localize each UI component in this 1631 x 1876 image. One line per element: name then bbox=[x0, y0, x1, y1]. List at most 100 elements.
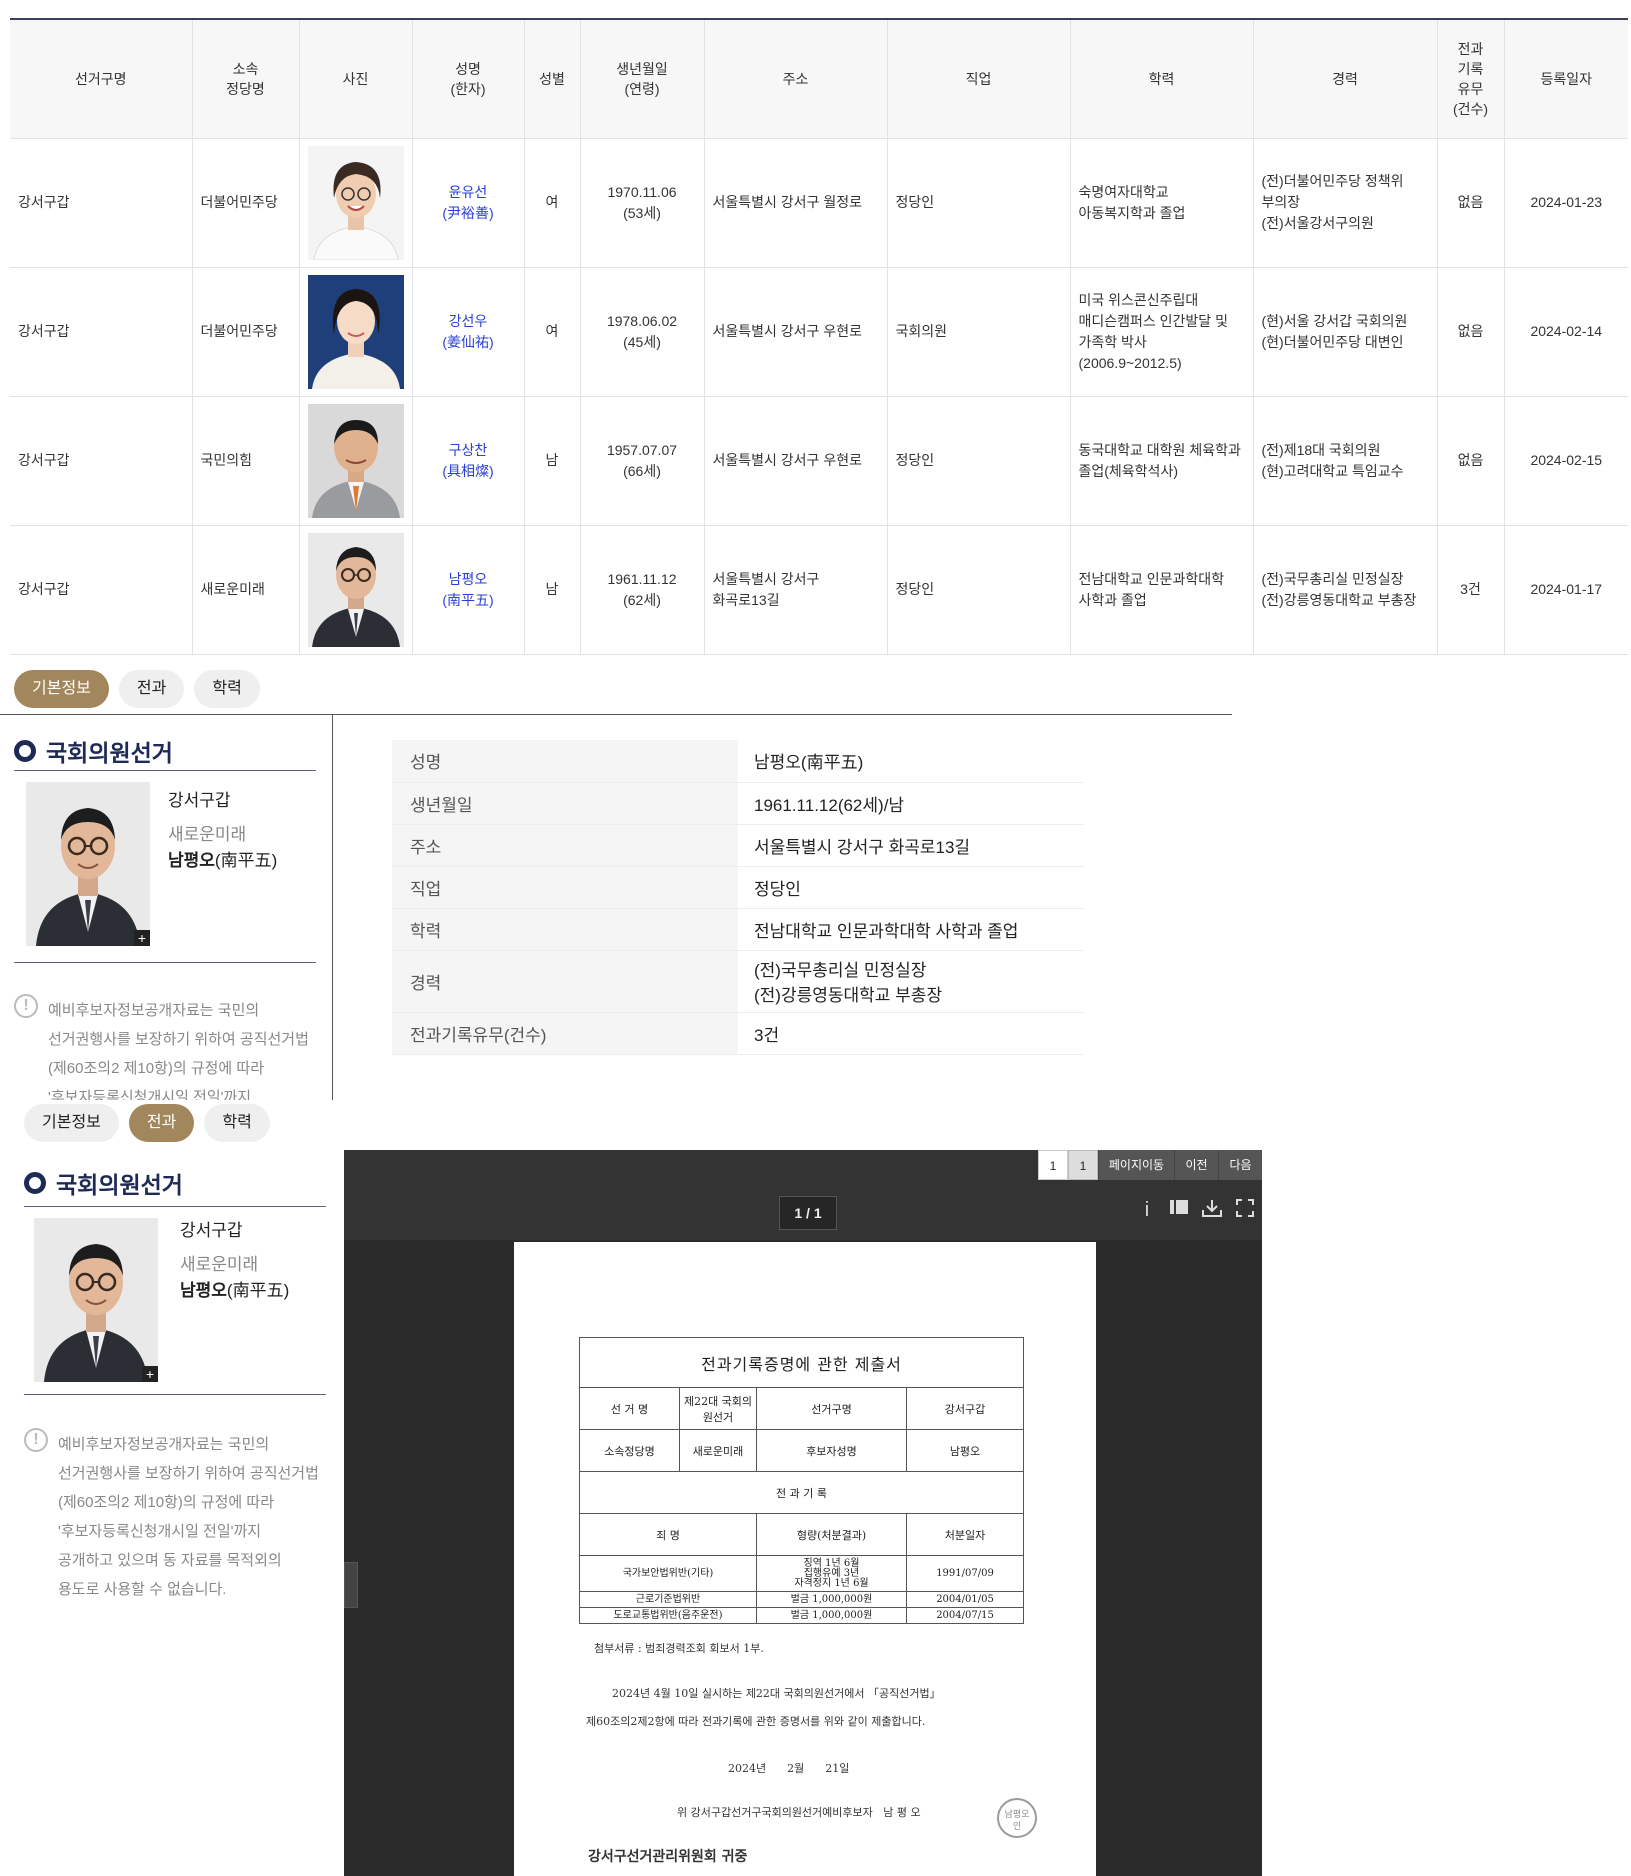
panel-icon[interactable] bbox=[1167, 1198, 1191, 1222]
detail-label: 학력 bbox=[392, 908, 738, 951]
criminal-record-form: 전과기록증명에 관한 제출서 선 거 명 제22대 국회의원선거 선거구명 강서… bbox=[578, 1337, 1025, 1624]
candidate-name[interactable]: 윤유선 bbox=[421, 182, 516, 203]
page-indicator[interactable]: 1 / 1 bbox=[779, 1196, 837, 1230]
detail-label: 주소 bbox=[392, 824, 738, 867]
sidebar-handle[interactable] bbox=[344, 1562, 358, 1608]
candidate-photo[interactable]: + bbox=[26, 782, 150, 946]
age: (53세) bbox=[623, 204, 661, 221]
candidate-name-link[interactable]: 윤유선 (尹裕善) bbox=[421, 182, 516, 224]
candidate-photo-thumb[interactable] bbox=[307, 403, 404, 518]
cell-party: 새로운미래 bbox=[192, 525, 300, 655]
divider bbox=[0, 714, 1232, 715]
cell-education: 전남대학교 인문과학대학 사학과 졸업 bbox=[1070, 525, 1254, 655]
side-panel-2: 국회의원선거 + 강서구갑 새로운미래 남평오(南平五) ! 예비후보자정보공개… bbox=[24, 1166, 334, 1626]
detail-row: 성명 남평오(南平五) bbox=[392, 740, 1084, 783]
record-date: 2004/07/15 bbox=[905, 1607, 1025, 1624]
info-icon[interactable]: i bbox=[1135, 1198, 1159, 1222]
go-page-button[interactable]: 페이지이동 bbox=[1098, 1150, 1174, 1180]
form-label: 선거구명 bbox=[756, 1387, 907, 1430]
header-career: 경력 bbox=[1253, 19, 1438, 139]
tab-criminal-record[interactable]: 전과 bbox=[128, 1104, 195, 1142]
notice-line: 예비후보자정보공개자료는 국민의 bbox=[48, 1002, 260, 1019]
cell-education: 동국대학교 대학원 체육학과 졸업(체육학석사) bbox=[1070, 396, 1254, 526]
table-row: 강서구갑 국민의힘 구상찬 (具相燦) 남 1957.07.07 (66세) 서울특별시 강서… bbox=[10, 396, 1628, 526]
notice-line: 공개하고 있으며 동 자료를 목적외의 bbox=[58, 1552, 282, 1569]
header-name: 성명 (한자) bbox=[412, 19, 525, 139]
cell-district: 강서구갑 bbox=[10, 525, 193, 655]
seal-stamp: 남평오 인 bbox=[997, 1798, 1037, 1838]
notice-line: 선거권행사를 보장하기 위하여 공직선거법 bbox=[48, 1031, 309, 1048]
tab-criminal-record[interactable]: 전과 bbox=[118, 670, 185, 708]
cell-registration-date: 2024-01-17 bbox=[1504, 525, 1628, 655]
candidate-hanja[interactable]: (南平五) bbox=[421, 590, 516, 611]
candidate-hanja[interactable]: (具相燦) bbox=[421, 461, 516, 482]
candidate-name[interactable]: 강선우 bbox=[421, 311, 516, 332]
cell-photo bbox=[299, 138, 413, 268]
cell-birth: 1957.07.07 (66세) bbox=[580, 396, 705, 526]
side-party: 새로운미래 bbox=[168, 825, 247, 844]
form-title: 전과기록증명에 관한 제출서 bbox=[578, 1337, 1025, 1388]
cell-job: 정당인 bbox=[887, 525, 1071, 655]
cell-career: (전)국무총리실 민정실장 (전)강릉영동대학교 부총장 bbox=[1253, 525, 1438, 655]
cell-district: 강서구갑 bbox=[10, 267, 193, 397]
candidate-hanja[interactable]: (尹裕善) bbox=[421, 203, 516, 224]
detail-label: 생년월일 bbox=[392, 782, 738, 825]
candidate-name[interactable]: 구상찬 bbox=[421, 440, 516, 461]
candidate-name-link[interactable]: 강선우 (姜仙祐) bbox=[421, 311, 516, 353]
notice-line: 용도로 사용할 수 없습니다. bbox=[58, 1581, 227, 1598]
tab-basic-info[interactable]: 기본정보 bbox=[14, 670, 109, 708]
recipient: 강서구선거관리위원회 귀중 bbox=[588, 1849, 748, 1865]
record-sentence: 벌금 1,000,000원 bbox=[756, 1607, 907, 1624]
candidate-photo-thumb[interactable] bbox=[307, 274, 404, 389]
cell-registration-date: 2024-01-23 bbox=[1504, 138, 1628, 268]
candidate-table: 선거구명 소속 정당명 사진 성명 (한자) 성별 생년월일 (연령) 주소 직… bbox=[10, 18, 1628, 655]
candidate-photo-thumb[interactable] bbox=[307, 145, 404, 260]
header-criminal-record: 전과 기록 유무 (건수) bbox=[1437, 19, 1505, 139]
candidate-name[interactable]: 남평오 bbox=[421, 569, 516, 590]
side-name-bold: 남평오 bbox=[180, 1281, 227, 1300]
pdf-viewer: 1 1 페이지이동 이전 다음 1 / 1 i 전과기록증명에 관한 제출서 선… bbox=[344, 1150, 1262, 1876]
cell-address: 서울특별시 강서구 화곡로13길 bbox=[704, 525, 888, 655]
cell-registration-date: 2024-02-15 bbox=[1504, 396, 1628, 526]
age: (66세) bbox=[623, 462, 661, 479]
header-job: 직업 bbox=[887, 19, 1071, 139]
panel-icon-svg bbox=[1170, 1200, 1188, 1214]
circle-icon bbox=[14, 740, 36, 762]
candidate-hanja[interactable]: (姜仙祐) bbox=[421, 332, 516, 353]
circle-icon bbox=[24, 1172, 46, 1194]
enlarge-icon[interactable]: + bbox=[142, 1366, 158, 1382]
side-district: 강서구갑 bbox=[168, 791, 231, 810]
download-icon[interactable] bbox=[1200, 1198, 1224, 1222]
tab-education[interactable]: 학력 bbox=[194, 670, 260, 708]
candidate-photo-thumb[interactable] bbox=[307, 532, 404, 647]
submission-date: 2024년 2월 21일 bbox=[728, 1762, 850, 1775]
cell-address: 서울특별시 강서구 월정로 bbox=[704, 138, 888, 268]
page-number[interactable]: 1 bbox=[1038, 1150, 1068, 1180]
side-name-hanja: (南平五) bbox=[214, 851, 278, 870]
next-button[interactable]: 다음 bbox=[1218, 1150, 1262, 1180]
detail-row: 생년월일 1961.11.12(62세)/남 bbox=[392, 782, 1084, 825]
side-name-bold: 남평오 bbox=[168, 851, 215, 870]
header-registration-date: 등록일자 bbox=[1504, 19, 1628, 139]
candidate-name-link[interactable]: 남평오 (南平五) bbox=[421, 569, 516, 611]
form-label: 소속정당명 bbox=[579, 1429, 680, 1472]
prev-button[interactable]: 이전 bbox=[1174, 1150, 1218, 1180]
fullscreen-icon[interactable] bbox=[1233, 1198, 1257, 1222]
tab-education[interactable]: 학력 bbox=[204, 1104, 270, 1142]
detail-label: 전과기록유무(건수) bbox=[392, 1012, 738, 1055]
candidate-photo[interactable]: + bbox=[34, 1218, 158, 1382]
notice-line: (제60조의2 제10항)의 규정에 따라 bbox=[58, 1494, 275, 1511]
side-district: 강서구갑 bbox=[180, 1221, 243, 1240]
cell-district: 강서구갑 bbox=[10, 396, 193, 526]
candidate-name-link[interactable]: 구상찬 (具相燦) bbox=[421, 440, 516, 482]
cell-name: 남평오 (南平五) bbox=[412, 525, 525, 655]
tab-basic-info[interactable]: 기본정보 bbox=[24, 1104, 119, 1142]
divider bbox=[14, 962, 316, 963]
enlarge-icon[interactable]: + bbox=[134, 930, 150, 946]
divider bbox=[14, 770, 316, 771]
detail-row: 경력 (전)국무총리실 민정실장 (전)강릉영동대학교 부총장 bbox=[392, 950, 1084, 1013]
cell-education: 미국 위스콘신주립대 매디슨캠퍼스 인간발달 및 가족학 박사 (2006.9~… bbox=[1070, 267, 1254, 397]
detail-row: 전과기록유무(건수) 3건 bbox=[392, 1012, 1084, 1055]
body-text: 2024년 4월 10일 실시하는 제22대 국회의원선거에서 「공직선거법」 bbox=[612, 1687, 941, 1700]
table-row: 강서구갑 더불어민주당 강선우 (姜仙祐) 여 1978.06.02 (45세) 서울특별시 … bbox=[10, 267, 1628, 397]
